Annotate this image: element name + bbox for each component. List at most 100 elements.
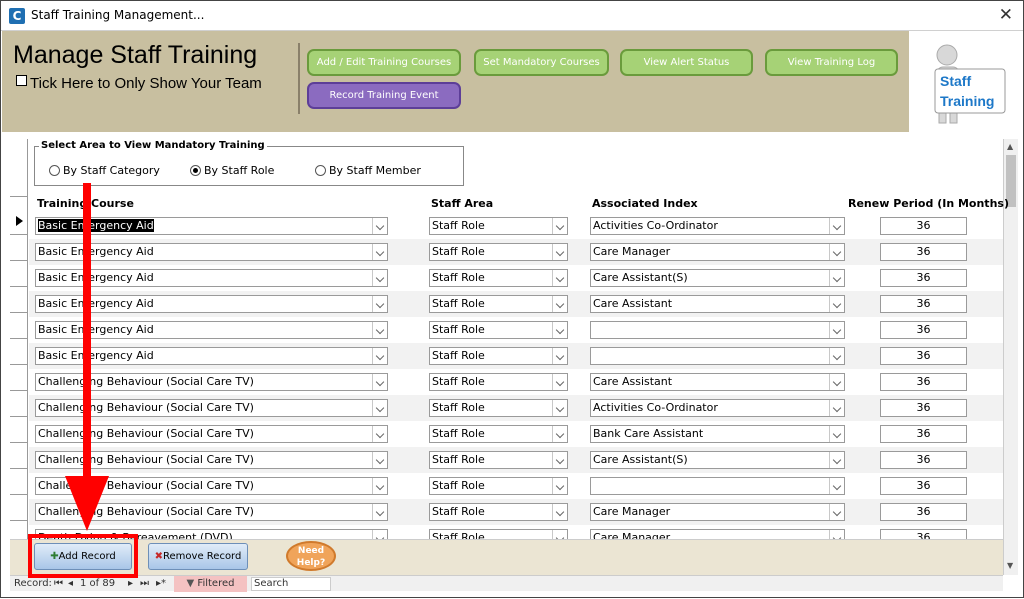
staff-area-combo[interactable]: Staff Role	[429, 477, 568, 495]
chevron-down-icon[interactable]	[372, 322, 387, 338]
staff-area-combo[interactable]: Staff Role	[429, 295, 568, 313]
next-record-icon[interactable]: ▸	[128, 578, 133, 589]
radio-by-staff-member[interactable]: By Staff Member	[315, 164, 421, 177]
staff-area-combo[interactable]: Staff Role	[429, 503, 568, 521]
chevron-down-icon[interactable]	[552, 244, 567, 260]
table-row[interactable]: Basic Emergency Aid Staff Role Care Assist…	[29, 291, 1003, 317]
training-course-combo[interactable]: Challenging Behaviour (Social Care TV)	[35, 399, 388, 417]
record-selector[interactable]	[10, 339, 27, 365]
record-selector[interactable]	[10, 365, 27, 391]
team-filter-checkbox[interactable]: Tick Here to Only Show Your Team	[16, 75, 262, 92]
scroll-down-icon[interactable]: ▼	[1007, 561, 1013, 570]
chevron-down-icon[interactable]	[552, 504, 567, 520]
chevron-down-icon[interactable]	[552, 270, 567, 286]
last-record-icon[interactable]: ⏭	[140, 578, 149, 589]
filtered-indicator[interactable]: ▼ Filtered	[174, 576, 247, 592]
renew-period-field[interactable]: 36	[880, 399, 967, 417]
chevron-down-icon[interactable]	[829, 452, 844, 468]
radio-dot[interactable]	[315, 165, 326, 176]
new-record-icon[interactable]: ▸*	[156, 578, 166, 589]
record-selector[interactable]	[10, 287, 27, 313]
staff-area-combo[interactable]: Staff Role	[429, 399, 568, 417]
chevron-down-icon[interactable]	[829, 218, 844, 234]
training-course-combo[interactable]: Basic Emergency Aid	[35, 321, 388, 339]
chevron-down-icon[interactable]	[372, 478, 387, 494]
chevron-down-icon[interactable]	[372, 504, 387, 520]
training-course-combo[interactable]: Basic Emergency Aid	[35, 295, 388, 313]
staff-area-combo[interactable]: Staff Role	[429, 373, 568, 391]
table-row[interactable]: Basic Emergency Aid Staff Role Care Assist…	[29, 265, 1003, 291]
chevron-down-icon[interactable]	[552, 426, 567, 442]
table-row[interactable]: Basic Emergency Aid Staff Role 36	[29, 317, 1003, 343]
chevron-down-icon[interactable]	[552, 452, 567, 468]
close-icon[interactable]: ✕	[999, 5, 1013, 25]
chevron-down-icon[interactable]	[372, 400, 387, 416]
add-edit-courses-button[interactable]: Add / Edit Training Courses	[307, 49, 461, 76]
renew-period-field[interactable]: 36	[880, 477, 967, 495]
renew-period-field[interactable]: 36	[880, 269, 967, 287]
chevron-down-icon[interactable]	[829, 426, 844, 442]
table-row[interactable]: Challenging Behaviour (Social Care TV) St…	[29, 499, 1003, 525]
staff-area-combo[interactable]: Staff Role	[429, 451, 568, 469]
training-course-combo[interactable]: Basic Emergency Aid	[35, 347, 388, 365]
renew-period-field[interactable]: 36	[880, 243, 967, 261]
chevron-down-icon[interactable]	[372, 296, 387, 312]
chevron-down-icon[interactable]	[372, 348, 387, 364]
table-row[interactable]: Death Dying & Bereavement (DVD) Staff Rol…	[29, 525, 1003, 539]
first-record-icon[interactable]: ⏮	[54, 578, 63, 589]
chevron-down-icon[interactable]	[829, 270, 844, 286]
chevron-down-icon[interactable]	[372, 452, 387, 468]
chevron-down-icon[interactable]	[829, 296, 844, 312]
previous-record-icon[interactable]: ◂	[68, 578, 73, 589]
table-row[interactable]: Challenging Behaviour (Social Care TV) St…	[29, 369, 1003, 395]
table-row[interactable]: Basic Emergency Aid Staff Role Activities …	[29, 213, 1003, 239]
renew-period-field[interactable]: 36	[880, 529, 967, 539]
associated-index-combo[interactable]: Care Manager	[590, 503, 845, 521]
chevron-down-icon[interactable]	[552, 322, 567, 338]
record-training-event-button[interactable]: Record Training Event	[307, 82, 461, 109]
renew-period-field[interactable]: 36	[880, 321, 967, 339]
chevron-down-icon[interactable]	[552, 296, 567, 312]
chevron-down-icon[interactable]	[552, 348, 567, 364]
remove-record-button[interactable]: ✖Remove Record	[148, 543, 248, 570]
need-help-button[interactable]: Need Help?	[286, 541, 336, 571]
table-row[interactable]: Challenging Behaviour (Social Care TV) St…	[29, 421, 1003, 447]
chevron-down-icon[interactable]	[552, 218, 567, 234]
record-selector[interactable]	[10, 209, 27, 235]
table-row[interactable]: Basic Emergency Aid Staff Role 36	[29, 343, 1003, 369]
record-position[interactable]: 1 of 89	[80, 578, 115, 589]
chevron-down-icon[interactable]	[372, 374, 387, 390]
training-course-combo[interactable]: Challenging Behaviour (Social Care TV)	[35, 477, 388, 495]
staff-area-combo[interactable]: Staff Role	[429, 321, 568, 339]
record-selector[interactable]	[10, 235, 27, 261]
associated-index-combo[interactable]: Care Assistant	[590, 373, 845, 391]
chevron-down-icon[interactable]	[552, 400, 567, 416]
renew-period-field[interactable]: 36	[880, 451, 967, 469]
search-input[interactable]: Search	[251, 577, 331, 591]
table-row[interactable]: Basic Emergency Aid Staff Role Care Manage…	[29, 239, 1003, 265]
radio-by-staff-category[interactable]: By Staff Category	[49, 164, 160, 177]
table-row[interactable]: Challenging Behaviour (Social Care TV) St…	[29, 473, 1003, 499]
training-course-combo[interactable]: Basic Emergency Aid	[35, 243, 388, 261]
record-selector[interactable]	[10, 313, 27, 339]
checkbox-box[interactable]	[16, 75, 27, 86]
record-selector[interactable]	[10, 495, 27, 521]
associated-index-combo[interactable]	[590, 321, 845, 339]
chevron-down-icon[interactable]	[829, 530, 844, 539]
chevron-down-icon[interactable]	[829, 400, 844, 416]
training-course-combo[interactable]: Challenging Behaviour (Social Care TV)	[35, 503, 388, 521]
record-selector[interactable]	[10, 261, 27, 287]
training-course-combo[interactable]: Challenging Behaviour (Social Care TV)	[35, 373, 388, 391]
associated-index-combo[interactable]: Care Manager	[590, 243, 845, 261]
radio-by-staff-role[interactable]: By Staff Role	[190, 164, 274, 177]
chevron-down-icon[interactable]	[829, 322, 844, 338]
renew-period-field[interactable]: 36	[880, 295, 967, 313]
chevron-down-icon[interactable]	[829, 374, 844, 390]
renew-period-field[interactable]: 36	[880, 217, 967, 235]
renew-period-field[interactable]: 36	[880, 425, 967, 443]
associated-index-combo[interactable]	[590, 477, 845, 495]
chevron-down-icon[interactable]	[372, 426, 387, 442]
chevron-down-icon[interactable]	[552, 478, 567, 494]
chevron-down-icon[interactable]	[372, 218, 387, 234]
record-selector[interactable]	[10, 443, 27, 469]
